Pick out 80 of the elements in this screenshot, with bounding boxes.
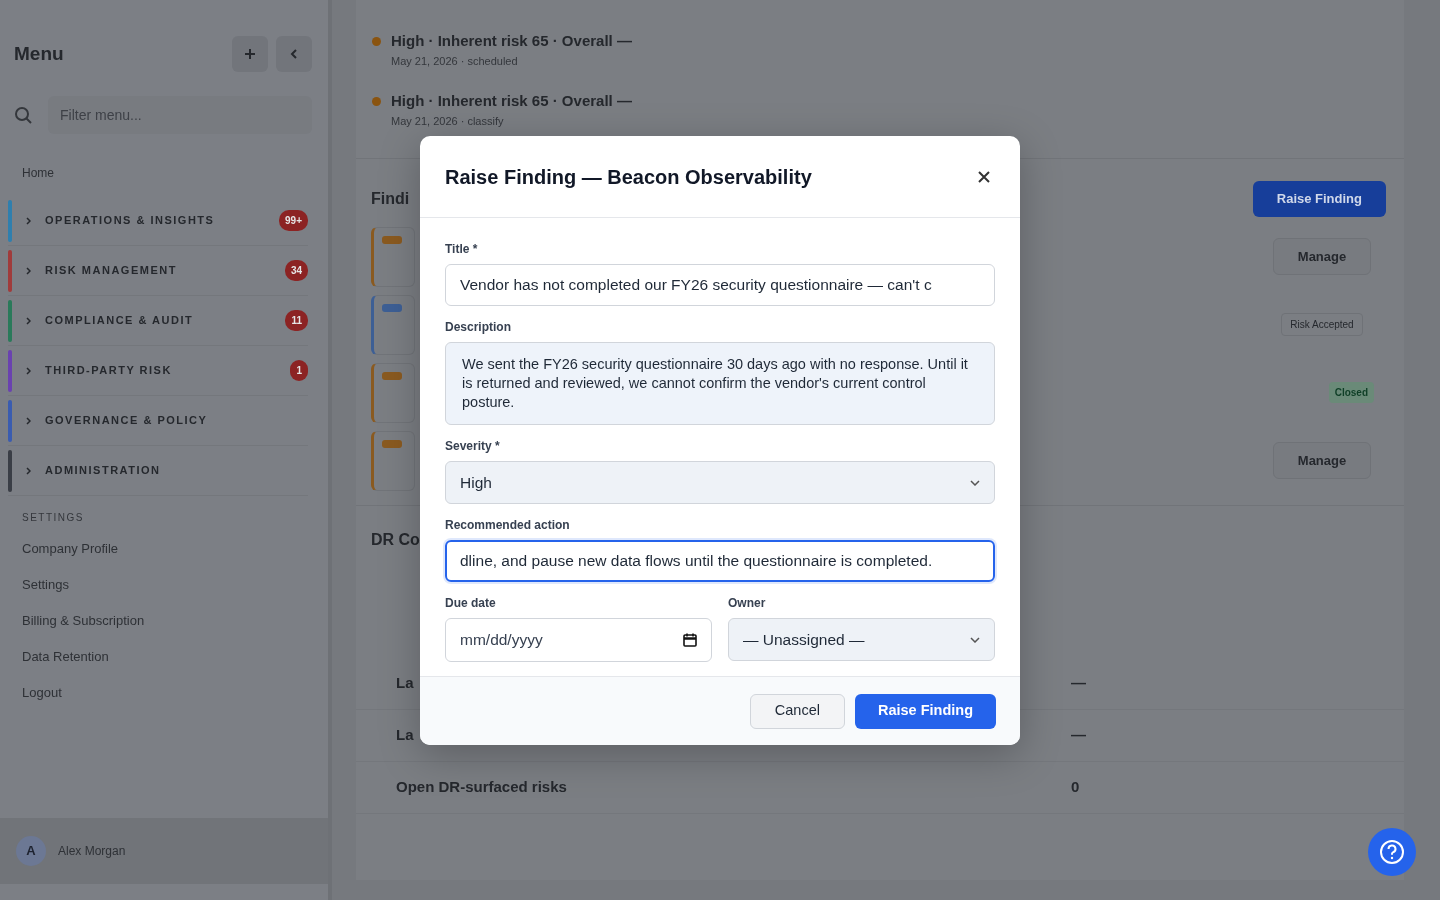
- timeline-meta: May 21, 2026 · classify: [391, 113, 505, 129]
- user-avatar[interactable]: A: [16, 836, 46, 866]
- nav-group[interactable]: COMPLIANCE & AUDIT 11: [8, 296, 308, 346]
- chevron-down-icon: [970, 479, 980, 486]
- chevron-right-icon: [26, 266, 31, 275]
- finding-card[interactable]: [371, 430, 415, 491]
- row-label: La: [396, 672, 415, 693]
- row-label: La: [396, 724, 415, 745]
- group-label: ADMINISTRATION: [45, 463, 162, 479]
- nav-group[interactable]: OPERATIONS & INSIGHTS 99+: [8, 196, 308, 246]
- count-badge: 99+: [279, 210, 308, 231]
- sidebar-title: Menu: [14, 41, 64, 66]
- count-badge: 34: [284, 260, 308, 281]
- nav-item[interactable]: Company Profile: [0, 531, 328, 567]
- finding-card[interactable]: [371, 226, 415, 287]
- nav-group[interactable]: GOVERNANCE & POLICY: [8, 396, 308, 446]
- input-field[interactable]: dline, and pause new data flows until the questionnaire is completed.: [445, 540, 995, 582]
- field-label: Description: [445, 319, 512, 336]
- field-label: Recommended action: [445, 517, 571, 534]
- user-name: Alex Morgan: [58, 843, 126, 860]
- row-value: —: [1071, 724, 1086, 745]
- manage-button[interactable]: Manage: [1272, 441, 1372, 480]
- nav-group[interactable]: RISK MANAGEMENT 34: [8, 246, 308, 296]
- chevron-down-icon: [970, 636, 980, 643]
- count-badge: 11: [285, 310, 308, 331]
- close-icon: [978, 171, 990, 184]
- dialog-title: Raise Finding — Beacon Observability: [445, 164, 812, 189]
- field-label: Severity *: [445, 438, 501, 455]
- count-badge: 1: [290, 360, 308, 381]
- nav-item[interactable]: Data Retention: [0, 639, 328, 675]
- finding-card[interactable]: [371, 362, 415, 423]
- calendar-icon[interactable]: [683, 633, 697, 647]
- row-label: Open DR-surfaced risks: [396, 776, 568, 797]
- nav-item[interactable]: Home: [14, 158, 312, 196]
- nav-item[interactable]: Logout: [0, 675, 328, 711]
- chevron-left-icon: [289, 48, 299, 60]
- chevron-right-icon: [26, 366, 31, 375]
- plus-icon: [244, 48, 256, 60]
- raise-finding-button[interactable]: Raise Finding: [854, 693, 996, 729]
- severity-select[interactable]: High: [445, 461, 995, 504]
- group-label: OPERATIONS & INSIGHTS: [45, 213, 216, 229]
- help-icon: [1379, 839, 1405, 865]
- chevron-right-icon: [26, 466, 31, 475]
- owner-select[interactable]: — Unassigned —: [728, 618, 995, 661]
- group-label: COMPLIANCE & AUDIT: [45, 313, 195, 329]
- status-badge: Closed: [1328, 382, 1374, 403]
- group-label: RISK MANAGEMENT: [45, 263, 178, 279]
- input-field[interactable]: Vendor has not completed our FY26 security questionnaire — can't c: [445, 264, 995, 306]
- due-date-field[interactable]: mm/dd/yyyy: [445, 618, 712, 662]
- cancel-button[interactable]: Cancel: [749, 693, 845, 729]
- add-button[interactable]: [232, 36, 268, 72]
- section-heading: SETTINGS: [21, 511, 85, 525]
- group-label: THIRD-PARTY RISK: [45, 363, 173, 379]
- timeline-meta: May 21, 2026 · scheduled: [391, 53, 519, 69]
- timeline-title: High · Inherent risk 65 · Overall —: [391, 91, 632, 111]
- nav-item[interactable]: Settings: [0, 567, 328, 603]
- nav-group[interactable]: THIRD-PARTY RISK 1: [8, 346, 308, 396]
- field-label: Owner: [728, 595, 767, 612]
- row-value: 0: [1071, 776, 1080, 797]
- timeline-title: High · Inherent risk 65 · Overall —: [391, 31, 632, 51]
- nav-item[interactable]: Billing & Subscription: [0, 603, 328, 639]
- nav-group[interactable]: ADMINISTRATION: [8, 446, 308, 496]
- section-heading: Findi: [371, 188, 410, 209]
- status-dot: [372, 37, 381, 46]
- chevron-right-icon: [26, 216, 31, 225]
- finding-card[interactable]: [371, 294, 415, 355]
- collapse-button[interactable]: [276, 36, 312, 72]
- group-label: GOVERNANCE & POLICY: [45, 413, 209, 429]
- field-label: Due date: [445, 595, 497, 612]
- status-dot: [372, 97, 381, 106]
- row-value: —: [1071, 672, 1086, 693]
- search-icon: [14, 106, 32, 124]
- manage-button[interactable]: Manage: [1272, 237, 1372, 276]
- chevron-right-icon: [26, 316, 31, 325]
- description-field[interactable]: We sent the FY26 security questionnaire 30 days ago with no response. Until it is returned and reviewed, we cannot confirm the vendor's current control posture.: [445, 342, 995, 425]
- raise-finding-button[interactable]: Raise Finding: [1252, 181, 1386, 217]
- status-badge: Risk Accepted: [1281, 313, 1363, 336]
- section-heading: DR Co: [371, 530, 420, 548]
- field-label: Title *: [445, 241, 479, 258]
- chevron-right-icon: [26, 416, 31, 425]
